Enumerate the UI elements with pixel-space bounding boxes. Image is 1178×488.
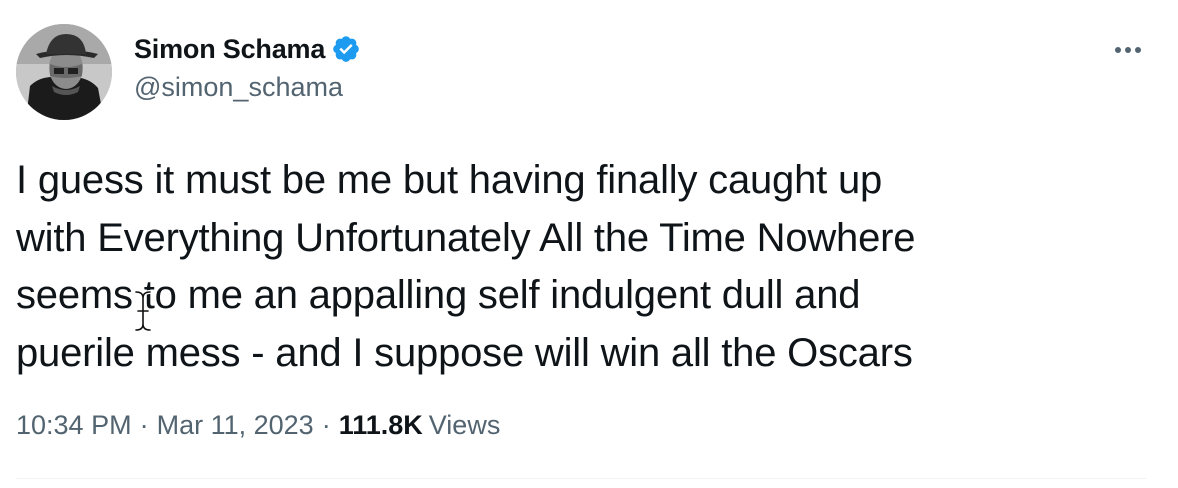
more-options-button[interactable] bbox=[1108, 34, 1148, 66]
more-options-icon bbox=[1115, 47, 1141, 53]
avatar-photo bbox=[16, 24, 112, 120]
tweet-text-line: puerile mess - and I suppose will win al… bbox=[16, 330, 913, 375]
verified-badge-icon[interactable] bbox=[331, 34, 361, 64]
user-info: Simon Schama @simon_schama bbox=[134, 32, 361, 103]
tweet-text-line: seems to me an appalling self indulgent … bbox=[16, 273, 861, 317]
tweet-text-line: I guess it must be me but having finally… bbox=[16, 158, 883, 202]
views-label: Views bbox=[428, 410, 501, 440]
views-count[interactable]: 111.8K bbox=[339, 410, 423, 441]
tweet-text-line: with Everything Unfortunately All the Ti… bbox=[16, 215, 916, 260]
tweet-meta: 10:34 PM · Mar 11, 2023 · 111.8K Views bbox=[16, 410, 500, 441]
meta-separator: · bbox=[321, 410, 331, 440]
display-name[interactable]: Simon Schama bbox=[134, 34, 325, 65]
tweet-date[interactable]: Mar 11, 2023 bbox=[157, 410, 314, 441]
text-cursor-icon bbox=[133, 290, 153, 332]
divider bbox=[16, 478, 1146, 479]
name-row: Simon Schama bbox=[134, 32, 361, 66]
meta-separator: · bbox=[139, 410, 149, 440]
tweet-time[interactable]: 10:34 PM bbox=[16, 410, 132, 441]
handle[interactable]: @simon_schama bbox=[134, 72, 361, 103]
avatar[interactable] bbox=[16, 24, 112, 120]
tweet-text: I guess it must be me but having finally… bbox=[16, 152, 1156, 382]
